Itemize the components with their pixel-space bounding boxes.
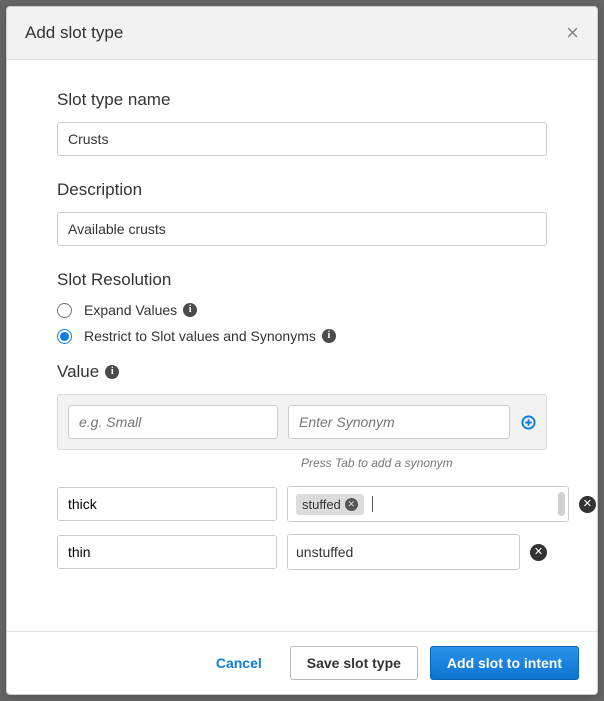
info-icon[interactable]: i <box>322 329 336 343</box>
modal-body: Slot type name Description Slot Resoluti… <box>7 60 597 631</box>
radio-restrict-values[interactable]: Restrict to Slot values and Synonyms i <box>57 328 547 344</box>
radio-expand-label: Expand Values <box>84 302 177 318</box>
radio-restrict-label: Restrict to Slot values and Synonyms <box>84 328 316 344</box>
value-label-row: Value i <box>57 362 547 382</box>
text-caret <box>372 496 373 512</box>
new-value-box <box>57 394 547 450</box>
synonym-tag: stuffed ✕ <box>296 494 364 515</box>
new-synonym-input[interactable] <box>288 405 510 439</box>
remove-row-icon[interactable]: ✕ <box>579 496 596 513</box>
value-row: stuffed ✕ ✕ <box>57 486 547 522</box>
radio-expand-input[interactable] <box>57 303 72 318</box>
synonym-box[interactable]: unstuffed <box>287 534 520 570</box>
slot-type-name-input[interactable] <box>57 122 547 156</box>
add-slot-to-intent-button[interactable]: Add slot to intent <box>430 646 579 680</box>
save-slot-type-button[interactable]: Save slot type <box>290 646 418 680</box>
remove-tag-icon[interactable]: ✕ <box>345 498 358 511</box>
synonym-plain-text: unstuffed <box>296 541 353 563</box>
remove-row-icon[interactable]: ✕ <box>530 544 547 561</box>
info-icon[interactable]: i <box>183 303 197 317</box>
new-value-input[interactable] <box>68 405 278 439</box>
add-slot-type-modal: Add slot type × Slot type name Descripti… <box>6 6 598 695</box>
close-icon[interactable]: × <box>566 22 579 44</box>
synonym-tag-text: stuffed <box>302 497 341 512</box>
cancel-button[interactable]: Cancel <box>200 647 278 679</box>
scrollbar-thumb[interactable] <box>558 492 565 516</box>
add-icon[interactable] <box>520 414 536 430</box>
slot-resolution-label: Slot Resolution <box>57 270 547 290</box>
description-label: Description <box>57 180 547 200</box>
value-input[interactable] <box>57 487 277 521</box>
radio-expand-values[interactable]: Expand Values i <box>57 302 547 318</box>
value-label: Value <box>57 362 99 382</box>
synonym-hint: Press Tab to add a synonym <box>301 456 547 470</box>
synonym-box[interactable]: stuffed ✕ <box>287 486 569 522</box>
modal-footer: Cancel Save slot type Add slot to intent <box>7 631 597 694</box>
modal-title: Add slot type <box>25 23 123 43</box>
synonym-text-input[interactable] <box>379 496 560 512</box>
info-icon[interactable]: i <box>105 365 119 379</box>
value-input[interactable] <box>57 535 277 569</box>
slot-resolution-group: Expand Values i Restrict to Slot values … <box>57 302 547 344</box>
modal-header: Add slot type × <box>7 7 597 60</box>
value-row: unstuffed ✕ <box>57 534 547 570</box>
slot-type-name-label: Slot type name <box>57 90 547 110</box>
radio-restrict-input[interactable] <box>57 329 72 344</box>
description-input[interactable] <box>57 212 547 246</box>
